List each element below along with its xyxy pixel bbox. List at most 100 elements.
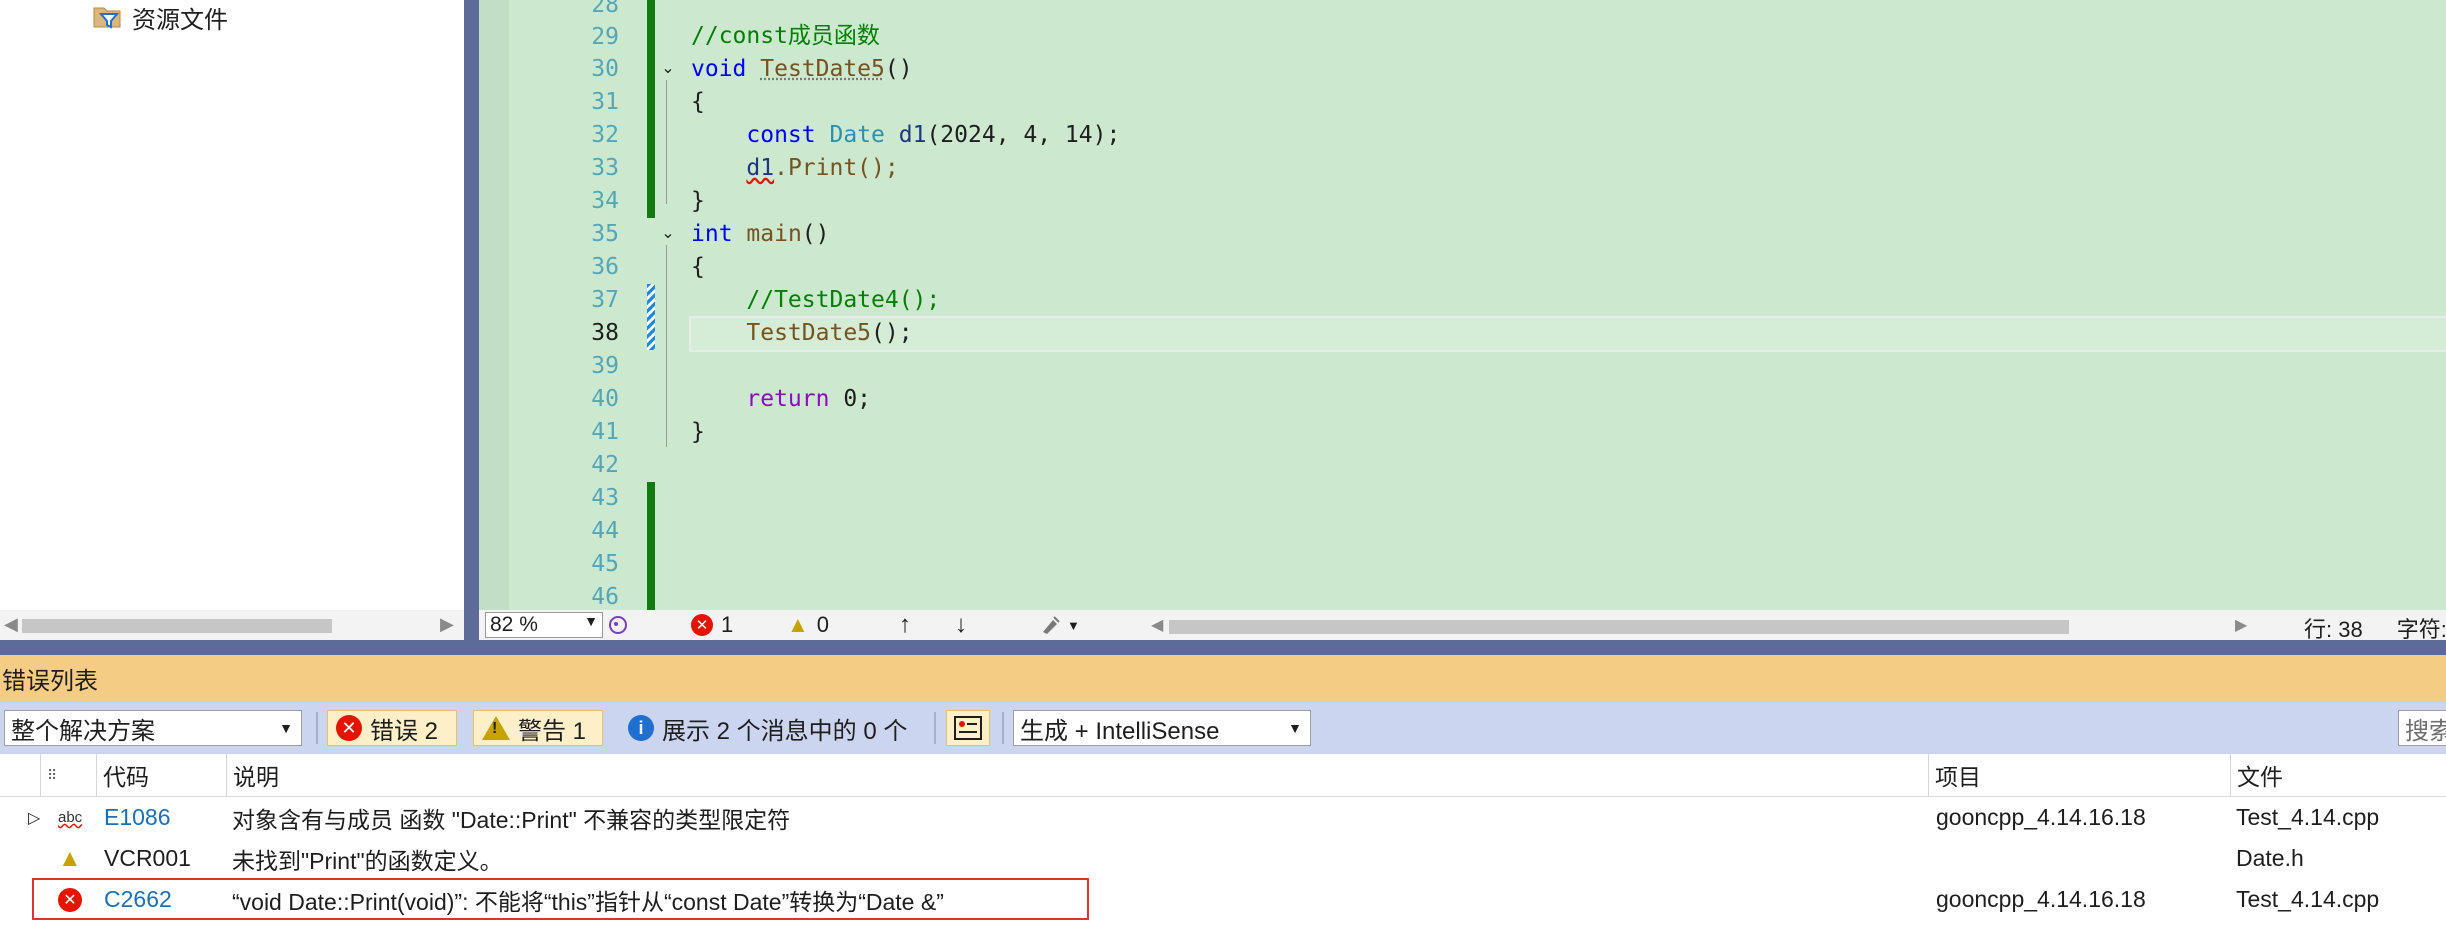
code-line-33: d1.Print(); <box>691 152 898 184</box>
warnings-filter-label: 警告 1 <box>518 717 587 745</box>
code-rest: 0; <box>829 386 872 412</box>
expand-row-icon[interactable]: ▷ <box>28 797 40 838</box>
zoom-combo[interactable]: 82 % ▼ <box>485 612 603 638</box>
code-args: (2024, 4, 14); <box>926 122 1121 148</box>
next-issue-arrow-icon[interactable]: ↓ <box>955 611 967 638</box>
toolbar-separator <box>316 712 318 744</box>
code-line-32: const Date d1(2024, 4, 14); <box>691 119 1120 151</box>
error-count: 1 <box>721 612 734 637</box>
code-variable: d1 <box>898 122 927 148</box>
column-project-label: 项目 <box>1935 764 1981 790</box>
column-type[interactable]: ⠿ <box>40 754 96 796</box>
line-number: 35 <box>591 221 619 247</box>
char-position: 字符: <box>2396 617 2446 642</box>
line-number: 30 <box>591 56 619 82</box>
error-project: gooncpp_4.14.16.18 <box>1936 886 2146 912</box>
error-file: Date.h <box>2236 845 2304 871</box>
code-line-36: { <box>691 251 705 283</box>
error-project: gooncpp_4.14.16.18 <box>1936 804 2146 830</box>
copilot-icon[interactable] <box>607 612 629 638</box>
build-source-dropdown[interactable]: 生成 + IntelliSense ▼ <box>1013 710 1311 746</box>
search-input[interactable]: 搜索 <box>2398 710 2446 746</box>
line-number: 29 <box>591 24 619 50</box>
line-number: 39 <box>591 353 619 379</box>
error-code[interactable]: VCR001 <box>104 838 191 879</box>
previous-issue-arrow-icon[interactable]: ↑ <box>899 611 911 638</box>
error-list-title-bar[interactable]: 错误列表 <box>0 655 2446 702</box>
column-description[interactable]: 说明 <box>226 754 1928 796</box>
warning-indicator[interactable]: ▲ 0 <box>787 612 829 638</box>
scroll-left-icon[interactable]: ◀ <box>1151 612 1163 638</box>
code-keyword: void <box>691 56 747 82</box>
code-line-38: TestDate5(); <box>691 317 912 349</box>
scrollbar-thumb[interactable] <box>22 619 332 633</box>
column-expand <box>0 754 40 796</box>
panel-splitter-horizontal[interactable] <box>0 640 2446 655</box>
solution-explorer: 资源文件 <box>0 0 464 610</box>
code-line-37: //TestDate4(); <box>691 284 940 316</box>
current-line-highlight <box>689 316 2446 352</box>
line-number: 37 <box>591 287 619 313</box>
line-number: 42 <box>591 452 619 478</box>
error-icon: ✕ <box>691 614 713 636</box>
line-number: 28 <box>591 0 619 18</box>
code-punct: } <box>691 419 705 445</box>
search-placeholder: 搜索 <box>2405 717 2446 745</box>
messages-filter-button[interactable]: i 展示 2 个消息中的 0 个 <box>624 710 911 746</box>
column-code[interactable]: 代码 <box>96 754 226 796</box>
solution-item-resource-files[interactable]: 资源文件 <box>92 0 228 34</box>
error-file: Test_4.14.cpp <box>2236 804 2380 830</box>
code-line-35: int main() <box>691 218 830 250</box>
table-row[interactable]: ▷ abc E1086 对象含有与成员 函数 "Date::Print" 不兼容… <box>0 797 2446 838</box>
code-type: Date <box>829 122 885 148</box>
line-number: 31 <box>591 89 619 115</box>
errors-filter-button[interactable]: ✕ 错误 2 <box>327 710 457 746</box>
panel-splitter[interactable] <box>464 0 479 640</box>
line-number: 33 <box>591 155 619 181</box>
error-list-toolbar: 整个解决方案 ▼ ✕ 错误 2 ! 警告 1 i 展示 2 个消息中的 0 个 生成 +… <box>0 702 2446 754</box>
solution-item-label: 资源文件 <box>132 6 228 34</box>
scroll-left-icon[interactable]: ◀ <box>4 614 18 635</box>
line-number: 36 <box>591 254 619 280</box>
solution-horizontal-scrollbar[interactable]: ◀ ▶ <box>0 610 464 640</box>
table-row[interactable]: ▲ VCR001 未找到"Print"的函数定义。 Date.h <box>0 838 2446 879</box>
errors-filter-label: 错误 2 <box>370 717 439 745</box>
error-indicator[interactable]: ✕ 1 <box>691 612 733 638</box>
annotation-highlight-box <box>32 878 1089 920</box>
scroll-right-icon[interactable]: ▶ <box>440 614 454 635</box>
column-project[interactable]: 项目 <box>1928 754 2230 796</box>
info-icon: i <box>628 715 654 741</box>
outline-guide <box>666 80 667 204</box>
line-number: 43 <box>591 485 619 511</box>
line-position: 行: 38 <box>2304 617 2363 642</box>
chevron-down-icon: ▼ <box>584 613 598 629</box>
spelling-abc-icon: abc <box>58 809 83 826</box>
editor-horizontal-scrollbar[interactable] <box>1169 620 2069 634</box>
warnings-filter-button[interactable]: ! 警告 1 <box>473 710 603 746</box>
build-source-value: 生成 + IntelliSense <box>1020 717 1220 745</box>
line-number: 34 <box>591 188 619 214</box>
code-function: TestDate5 <box>746 320 872 346</box>
error-code-link[interactable]: E1086 <box>104 797 171 838</box>
collapse-chevron-icon[interactable]: ⌄ <box>659 60 677 78</box>
line-number: 46 <box>591 584 619 610</box>
code-line-31: { <box>691 86 705 118</box>
code-cleanup-brush-icon[interactable]: ▼ <box>1039 612 1080 638</box>
editor-status-bar: 82 % ▼ ✕ 1 ▲ 0 ↑ ↓ ▼ ◀ ▶ 行: 38 字符: <box>479 610 2446 642</box>
error-list-title: 错误列表 <box>2 668 98 695</box>
line-number-current: 38 <box>591 320 619 346</box>
scope-dropdown[interactable]: 整个解决方案 ▼ <box>4 710 302 746</box>
collapse-chevron-icon[interactable]: ⌄ <box>659 225 677 243</box>
error-description: 对象含有与成员 函数 "Date::Print" 不兼容的类型限定符 <box>232 806 791 833</box>
code-line-40: return 0; <box>691 383 871 415</box>
code-editor[interactable]: 28 29 30 31 32 33 34 35 36 37 38 39 40 4… <box>479 0 2446 610</box>
filter-current-document-button[interactable] <box>946 710 990 746</box>
scroll-right-icon[interactable]: ▶ <box>2235 612 2247 638</box>
error-list-header: ⠿ 代码 说明 项目 文件 <box>0 754 2446 797</box>
column-file[interactable]: 文件 <box>2230 754 2446 796</box>
code-keyword: const <box>746 122 816 148</box>
line-number: 45 <box>591 551 619 577</box>
code-line-29: //const成员函数 <box>691 20 880 52</box>
error-icon: ✕ <box>336 715 362 741</box>
warning-icon: ▲ <box>787 612 809 637</box>
